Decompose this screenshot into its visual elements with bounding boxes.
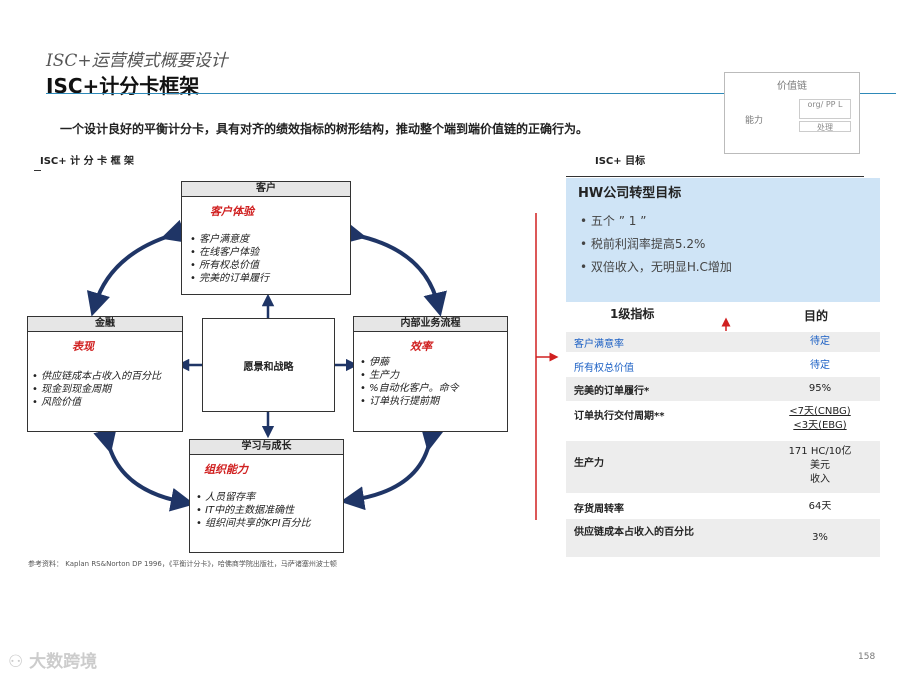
goal-item: • 双倍收入，无明显H.C增加 <box>580 260 732 274</box>
goal-text: 双倍收入，无明显H.C增加 <box>590 260 732 274</box>
right-section-line <box>566 176 864 177</box>
finance-list: 供应链成本占收入的百分比 现金到现金周期 风险价值 <box>32 370 180 409</box>
finance-header: 金融 <box>28 317 182 332</box>
arrow-finance-learning <box>93 427 195 512</box>
watermark-logo: ⚇ 大数跨境 <box>8 652 98 672</box>
table-cell-metric: 存货周转率 <box>574 504 624 515</box>
target-line: <7天(CNBG) <box>789 406 851 417</box>
goal-item: • 税前利润率提高5.2% <box>580 237 706 251</box>
goals-title: HW公司转型目标 <box>578 186 682 201</box>
list-item: 完美的订单履行 <box>190 272 350 285</box>
table-cell-metric: 客户满意率 <box>574 339 624 350</box>
target-line: <3天(EBG) <box>793 420 847 431</box>
target-line: 收入 <box>810 474 830 485</box>
arrow-customer-process <box>340 220 447 317</box>
goal-item: • 五个 ” 1 ” <box>580 214 647 228</box>
table-header-target: 目的 <box>804 309 829 323</box>
table-cell-metric: 所有权总价值 <box>574 363 634 374</box>
finance-box: 金融 表现 供应链成本占收入的百分比 现金到现金周期 风险价值 <box>27 316 183 432</box>
target-line: 171 HC/10亿 <box>788 446 852 457</box>
table-cell-target: 171 HC/10亿 美元 收入 <box>766 445 874 487</box>
table-row: 生产力 171 HC/10亿 美元 收入 <box>566 441 880 493</box>
arrow-customer-finance <box>86 219 188 317</box>
table-cell-target: <7天(CNBG) <3天(EBG) <box>766 405 874 433</box>
list-item: 现金到现金周期 <box>32 383 180 396</box>
list-item: 人员留存率 <box>196 491 343 504</box>
table-cell-target: 3% <box>812 532 828 543</box>
table-row: 存货周转率 64天 <box>566 495 880 517</box>
learning-focus: 组织能力 <box>204 463 248 476</box>
table-cell-metric: 完美的订单履行* <box>574 386 650 397</box>
table-header-metric: 1级指标 <box>610 307 655 321</box>
list-item: %自动化客户。命令 <box>360 382 507 395</box>
table-cell-metric: 供应链成本占收入的百分比 <box>574 527 694 538</box>
learning-header: 学习与成长 <box>190 440 343 455</box>
customer-list: 客户满意度 在线客户体验 所有权总价值 完美的订单履行 <box>190 233 350 285</box>
customer-header: 客户 <box>182 182 350 197</box>
table-cell-metric: 订单执行交付周期** <box>574 411 665 422</box>
process-focus: 效率 <box>410 340 432 353</box>
process-header: 内部业务流程 <box>354 317 507 332</box>
table-cell-target: 95% <box>808 383 832 394</box>
table-cell-target: 待定 <box>810 336 830 347</box>
watermark-text: 大数跨境 <box>29 652 98 672</box>
learning-box: 学习与成长 组织能力 人员留存率 IT中的主数据准确性 组织间共享的KPI百分比 <box>189 439 344 553</box>
table-row: 供应链成本占收入的百分比 3% <box>566 519 880 557</box>
target-line: 美元 <box>810 460 830 471</box>
list-item: 在线客户体验 <box>190 246 350 259</box>
list-item: 所有权总价值 <box>190 259 350 272</box>
vision-strategy-box: 愿景和战略 <box>202 318 335 412</box>
learning-list: 人员留存率 IT中的主数据准确性 组织间共享的KPI百分比 <box>196 491 343 530</box>
page-number: 158 <box>858 652 876 662</box>
list-item: 供应链成本占收入的百分比 <box>32 370 180 383</box>
list-item: 风险价值 <box>32 396 180 409</box>
table-row: 所有权总价值 待定 <box>566 355 880 375</box>
reference-note: 参考资料： Kaplan RS&Norton DP 1996，《平衡计分卡》，哈… <box>28 560 337 568</box>
table-cell-target: 64天 <box>808 501 832 512</box>
finance-focus: 表现 <box>72 340 94 353</box>
goal-text: 五个 ” 1 ” <box>590 214 647 228</box>
list-item: IT中的主数据准确性 <box>196 504 343 517</box>
customer-box: 客户 客户体验 客户满意度 在线客户体验 所有权总价值 完美的订单履行 <box>181 181 351 295</box>
table-row: 客户满意率 待定 <box>566 332 880 352</box>
goal-text: 税前利润率提高5.2% <box>590 237 706 251</box>
list-item: 生产力 <box>360 369 507 382</box>
table-row: 完美的订单履行* 95% <box>566 377 880 401</box>
process-box: 内部业务流程 效率 伊藤 生产力 %自动化客户。命令 订单执行提前期 <box>353 316 508 432</box>
table-cell-target: 待定 <box>810 360 830 371</box>
process-list: 伊藤 生产力 %自动化客户。命令 订单执行提前期 <box>360 356 507 408</box>
list-item: 订单执行提前期 <box>360 395 507 408</box>
customer-focus: 客户体验 <box>210 205 254 218</box>
arrow-process-learning <box>340 425 445 511</box>
table-cell-metric: 生产力 <box>574 458 604 469</box>
list-item: 客户满意度 <box>190 233 350 246</box>
table-row: 订单执行交付周期** <7天(CNBG) <3天(EBG) <box>566 403 880 439</box>
list-item: 组织间共享的KPI百分比 <box>196 517 343 530</box>
list-item: 伊藤 <box>360 356 507 369</box>
